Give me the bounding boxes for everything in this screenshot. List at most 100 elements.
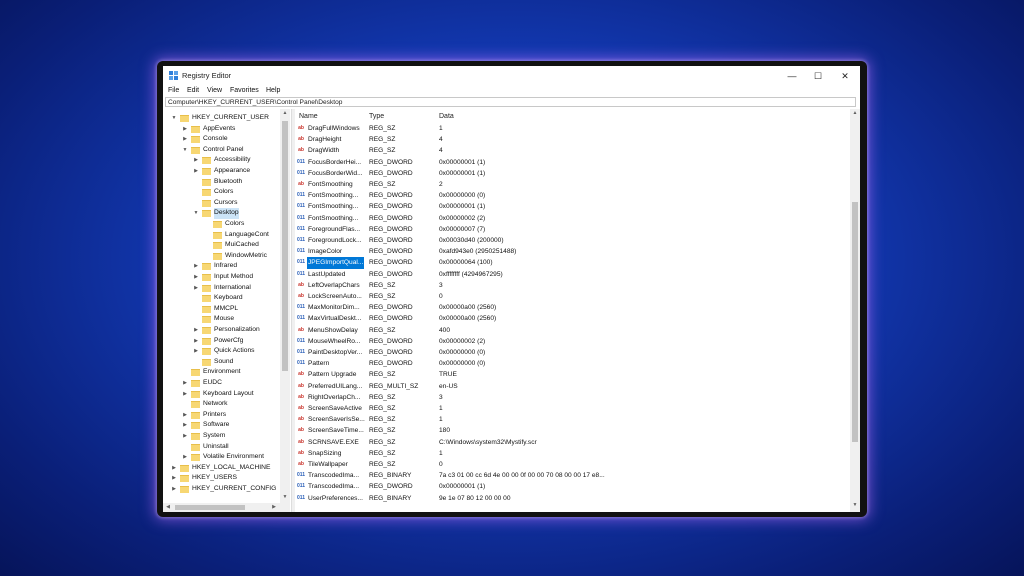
- chevron-down-icon[interactable]: ▼: [182, 145, 188, 156]
- tree-item[interactable]: ▶ PowerCfg: [163, 336, 280, 347]
- tree-item[interactable]: Keyboard: [163, 293, 280, 304]
- tree-item[interactable]: ▶ HKEY_CURRENT_CONFIG: [163, 484, 280, 495]
- tree-item[interactable]: ▶ EUDC: [163, 378, 280, 389]
- tree-item[interactable]: Network: [163, 399, 280, 410]
- tree-item[interactable]: ▶ Volatile Environment: [163, 452, 280, 463]
- tree-item[interactable]: Environment: [163, 367, 280, 378]
- tree-item[interactable]: ▼ Desktop: [163, 208, 280, 219]
- close-button[interactable]: ✕: [833, 66, 857, 86]
- chevron-down-icon[interactable]: ▼: [193, 208, 199, 219]
- column-header-data[interactable]: Data: [439, 113, 454, 120]
- minimize-button[interactable]: —: [780, 66, 804, 86]
- values-scroll-up-icon[interactable]: ▲: [850, 110, 860, 116]
- tree-item[interactable]: ▶ Quick Actions: [163, 346, 280, 357]
- chevron-right-icon[interactable]: ▶: [171, 484, 177, 495]
- value-row[interactable]: ab Pattern Upgrade REG_SZ TRUE: [294, 369, 850, 380]
- value-row[interactable]: 011 MaxVirtualDeskt... REG_DWORD 0x00000a00…: [294, 313, 850, 324]
- tree-scroll-thumb[interactable]: [282, 121, 288, 371]
- chevron-right-icon[interactable]: ▶: [193, 166, 199, 177]
- value-row[interactable]: ab FontSmoothing REG_SZ 2: [294, 179, 850, 190]
- tree-scroll-up-icon[interactable]: ▲: [280, 110, 290, 116]
- chevron-right-icon[interactable]: ▶: [193, 283, 199, 294]
- chevron-right-icon[interactable]: ▶: [182, 420, 188, 431]
- tree-item[interactable]: ▶ HKEY_USERS: [163, 473, 280, 484]
- value-row[interactable]: ab DragFullWindows REG_SZ 1: [294, 123, 850, 134]
- column-header-type[interactable]: Type: [369, 113, 384, 120]
- value-row[interactable]: ab PreferredUILang... REG_MULTI_SZ en-US: [294, 381, 850, 392]
- chevron-down-icon[interactable]: ▼: [171, 113, 177, 124]
- tree-item[interactable]: ▶ Console: [163, 134, 280, 145]
- tree-item[interactable]: ▶ International: [163, 283, 280, 294]
- tree-vertical-scrollbar[interactable]: ▲ ▼: [280, 109, 290, 503]
- value-row[interactable]: ab LockScreenAuto... REG_SZ 0: [294, 291, 850, 302]
- tree-item[interactable]: ▶ AppEvents: [163, 124, 280, 135]
- value-row[interactable]: 011 ForegroundLock... REG_DWORD 0x00030d40 …: [294, 235, 850, 246]
- chevron-right-icon[interactable]: ▶: [193, 261, 199, 272]
- menu-file[interactable]: File: [168, 87, 179, 94]
- value-row[interactable]: ab ScreenSaveActive REG_SZ 1: [294, 403, 850, 414]
- tree-item[interactable]: ▶ Accessibility: [163, 155, 280, 166]
- tree-item[interactable]: ▼ Control Panel: [163, 145, 280, 156]
- value-row[interactable]: ab SnapSizing REG_SZ 1: [294, 448, 850, 459]
- tree-scroll-left-icon[interactable]: ◀: [163, 504, 173, 510]
- value-row[interactable]: ab DragHeight REG_SZ 4: [294, 134, 850, 145]
- value-row[interactable]: ab DragWidth REG_SZ 4: [294, 145, 850, 156]
- tree-item[interactable]: ▶ Appearance: [163, 166, 280, 177]
- tree-item[interactable]: Sound: [163, 357, 280, 368]
- tree-scroll-right-icon[interactable]: ▶: [269, 504, 279, 510]
- chevron-right-icon[interactable]: ▶: [193, 155, 199, 166]
- value-row[interactable]: ab ScreenSaverIsSe... REG_SZ 1: [294, 414, 850, 425]
- tree-item[interactable]: ▶ Input Method: [163, 272, 280, 283]
- menu-view[interactable]: View: [207, 87, 222, 94]
- tree-item[interactable]: ▶ Printers: [163, 410, 280, 421]
- maximize-button[interactable]: ☐: [806, 66, 830, 86]
- value-row[interactable]: ab SCRNSAVE.EXE REG_SZ C:\Windows\system32\…: [294, 437, 850, 448]
- value-row[interactable]: 011 MaxMonitorDim... REG_DWORD 0x00000a00 (…: [294, 302, 850, 313]
- value-row[interactable]: 011 FontSmoothing... REG_DWORD 0x00000002 (…: [294, 213, 850, 224]
- tree-item[interactable]: ▶ HKEY_LOCAL_MACHINE: [163, 463, 280, 474]
- tree-scroll-down-icon[interactable]: ▼: [280, 494, 290, 500]
- value-row[interactable]: ab ScreenSaveTime... REG_SZ 180: [294, 425, 850, 436]
- tree-item[interactable]: Colors: [163, 187, 280, 198]
- value-row[interactable]: 011 FocusBorderWid... REG_DWORD 0x00000001 …: [294, 168, 850, 179]
- value-row[interactable]: 011 UserPreferences... REG_BINARY 9e 1e 07 …: [294, 493, 850, 504]
- tree-item[interactable]: MuiCached: [163, 240, 280, 251]
- value-row[interactable]: 011 Pattern REG_DWORD 0x00000000 (0): [294, 358, 850, 369]
- tree-hscroll-thumb[interactable]: [175, 505, 245, 510]
- value-row[interactable]: ab LeftOverlapChars REG_SZ 3: [294, 280, 850, 291]
- tree-item[interactable]: Bluetooth: [163, 177, 280, 188]
- tree-item[interactable]: LanguageCont: [163, 230, 280, 241]
- value-row[interactable]: 011 PaintDesktopVer... REG_DWORD 0x00000000…: [294, 347, 850, 358]
- chevron-right-icon[interactable]: ▶: [182, 378, 188, 389]
- value-row[interactable]: 011 FocusBorderHei... REG_DWORD 0x00000001 …: [294, 157, 850, 168]
- tree-item[interactable]: ▶ Personalization: [163, 325, 280, 336]
- chevron-right-icon[interactable]: ▶: [193, 336, 199, 347]
- chevron-right-icon[interactable]: ▶: [182, 431, 188, 442]
- chevron-right-icon[interactable]: ▶: [171, 463, 177, 474]
- chevron-right-icon[interactable]: ▶: [193, 325, 199, 336]
- values-scroll-down-icon[interactable]: ▼: [850, 502, 860, 508]
- address-bar[interactable]: Computer\HKEY_CURRENT_USER\Control Panel…: [165, 97, 856, 107]
- value-row[interactable]: 011 ImageColor REG_DWORD 0xafd943e0 (295025…: [294, 246, 850, 257]
- tree-item[interactable]: ▶ Software: [163, 420, 280, 431]
- value-row[interactable]: 011 JPEGImportQual... REG_DWORD 0x00000064 …: [294, 257, 850, 269]
- value-row[interactable]: 011 TranscodedIma... REG_BINARY 7a c3 01 00…: [294, 470, 850, 481]
- chevron-right-icon[interactable]: ▶: [182, 389, 188, 400]
- chevron-right-icon[interactable]: ▶: [171, 473, 177, 484]
- menu-favorites[interactable]: Favorites: [230, 87, 259, 94]
- value-row[interactable]: 011 FontSmoothing... REG_DWORD 0x00000001 (…: [294, 201, 850, 212]
- value-row[interactable]: ab RightOverlapCh... REG_SZ 3: [294, 392, 850, 403]
- chevron-right-icon[interactable]: ▶: [182, 452, 188, 463]
- tree-item[interactable]: ▶ Keyboard Layout: [163, 389, 280, 400]
- value-row[interactable]: ab TileWallpaper REG_SZ 0: [294, 459, 850, 470]
- tree-item[interactable]: MMCPL: [163, 304, 280, 315]
- tree-item[interactable]: Colors: [163, 219, 280, 230]
- menu-help[interactable]: Help: [266, 87, 280, 94]
- tree-item[interactable]: ▶ System: [163, 431, 280, 442]
- value-row[interactable]: 011 LastUpdated REG_DWORD 0xffffffff (42949…: [294, 269, 850, 280]
- column-header-name[interactable]: Name: [299, 113, 318, 120]
- chevron-right-icon[interactable]: ▶: [182, 134, 188, 145]
- tree-item[interactable]: Mouse: [163, 314, 280, 325]
- tree-item[interactable]: WindowMetric: [163, 251, 280, 262]
- chevron-right-icon[interactable]: ▶: [193, 346, 199, 357]
